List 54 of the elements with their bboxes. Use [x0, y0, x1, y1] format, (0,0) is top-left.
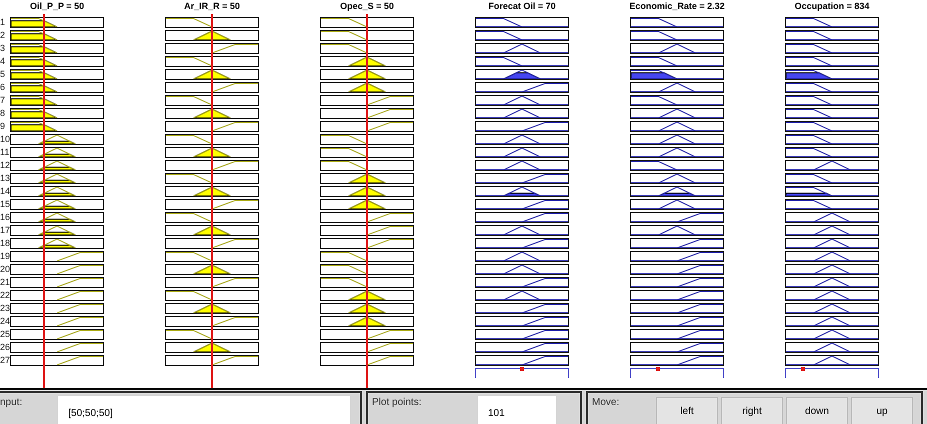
rule-number: 19 — [0, 251, 10, 263]
move-button[interactable]: left — [656, 397, 718, 424]
rule-number: 27 — [0, 355, 10, 367]
variable-title: Oil_P_P = 50 — [30, 0, 84, 13]
rule-number: 5 — [0, 69, 6, 81]
rule-number: 4 — [0, 56, 6, 68]
plot-points-label: Plot points: — [371, 396, 422, 408]
rule-number: 7 — [0, 95, 6, 107]
firing-area — [10, 85, 58, 92]
rule-number: 11 — [0, 147, 10, 159]
input-marker-line[interactable] — [211, 14, 214, 388]
firing-area — [10, 20, 58, 28]
rule-number: 9 — [0, 121, 6, 133]
input-marker-line[interactable] — [42, 14, 45, 388]
rule-number: 12 — [0, 160, 10, 172]
move-button[interactable]: up — [851, 397, 913, 424]
rule-number: 8 — [0, 108, 6, 120]
firing-area — [10, 124, 58, 132]
rule-number: 22 — [0, 290, 10, 302]
rule-number: 18 — [0, 238, 10, 250]
rule-number: 2 — [0, 30, 6, 42]
rule-number: 24 — [0, 316, 10, 328]
rule-number: 23 — [0, 303, 10, 315]
variable-title: Economic_Rate = 2.32 — [629, 0, 725, 13]
variable-title: Ar_IR_R = 50 — [184, 0, 240, 13]
move-label: Move: — [591, 396, 620, 408]
rule-number: 10 — [0, 134, 10, 146]
rule-number: 15 — [0, 199, 10, 211]
variable-title: Opec_S = 50 — [340, 0, 394, 13]
move-button[interactable]: right — [721, 397, 783, 424]
rule-number: 16 — [0, 212, 10, 224]
rule-number: 3 — [0, 43, 6, 55]
rule-number: 17 — [0, 225, 10, 237]
rule-number: 20 — [0, 264, 10, 276]
firing-area — [10, 33, 58, 40]
input-marker-line[interactable] — [366, 14, 368, 388]
variable-title: Occupation = 834 — [794, 0, 870, 13]
move-button[interactable]: down — [786, 397, 848, 424]
firing-area — [10, 59, 58, 66]
variable-title: Forecat Oil = 70 — [488, 0, 556, 13]
rule-number: 1 — [0, 17, 6, 29]
rule-number: 6 — [0, 82, 6, 94]
input-field[interactable]: [50;50;50] — [58, 396, 350, 424]
rule-number: 14 — [0, 186, 10, 198]
firing-area — [10, 72, 58, 80]
rule-number: 26 — [0, 342, 10, 354]
rule-number: 13 — [0, 173, 10, 185]
input-label: nput: — [0, 396, 24, 408]
plot-points-field[interactable]: 101 — [478, 396, 556, 424]
rule-number: 21 — [0, 277, 10, 289]
rule-number: 25 — [0, 329, 10, 341]
firing-area — [10, 98, 58, 106]
firing-area — [10, 46, 58, 54]
firing-area — [10, 111, 58, 118]
